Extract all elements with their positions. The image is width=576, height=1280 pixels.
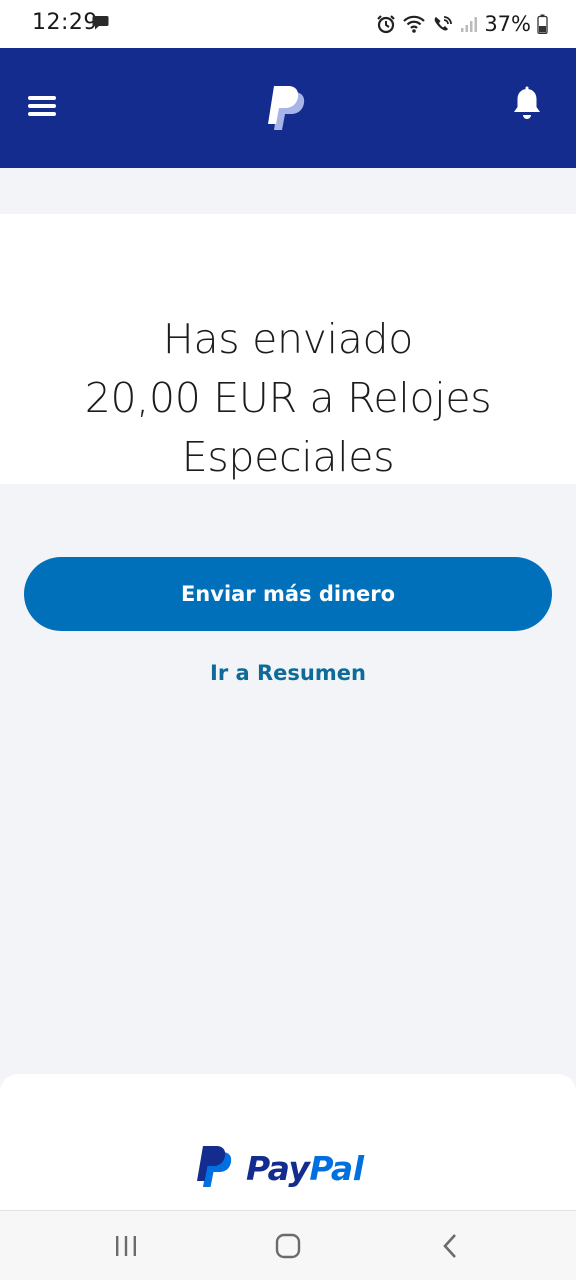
back-button[interactable] xyxy=(430,1229,470,1263)
paypal-footer-mark-icon xyxy=(197,1146,232,1187)
system-navigation-bar xyxy=(0,1210,576,1280)
wifi-calling-icon xyxy=(434,16,453,31)
recent-apps-icon xyxy=(116,1236,136,1256)
battery-icon xyxy=(537,14,548,34)
go-to-summary-link[interactable]: Ir a Resumen xyxy=(0,661,576,685)
status-icons: 37% xyxy=(376,9,548,39)
footer: PayPal xyxy=(0,1074,576,1210)
home-icon xyxy=(275,1233,301,1259)
wordmark-pal: Pal xyxy=(309,1148,364,1188)
wordmark-pay: Pay xyxy=(246,1148,310,1188)
menu-button[interactable] xyxy=(24,88,60,124)
battery-percentage: 37% xyxy=(484,12,531,36)
hamburger-menu-icon xyxy=(28,96,56,116)
alarm-icon xyxy=(377,15,396,34)
signal-icon xyxy=(461,17,478,32)
message-notification-icon xyxy=(92,16,109,30)
send-more-money-button[interactable]: Enviar más dinero xyxy=(24,557,552,631)
paypal-logo-icon xyxy=(268,86,305,130)
paypal-footer-logo: PayPal xyxy=(196,1144,364,1192)
home-button[interactable] xyxy=(268,1229,308,1263)
back-icon xyxy=(443,1234,456,1258)
confirmation-message: Has enviado 20,00 EUR a Relojes Especial… xyxy=(40,310,536,487)
recent-apps-button[interactable] xyxy=(106,1229,146,1263)
confirmation-line-2: 20,00 EUR a Relojes xyxy=(84,374,492,422)
status-time: 12:29 xyxy=(32,10,98,35)
notification-bell-icon[interactable] xyxy=(512,86,542,122)
status-bar: 12:29 37% xyxy=(0,0,576,48)
wifi-icon xyxy=(403,15,426,33)
app-header xyxy=(0,48,576,168)
confirmation-line-3: Especiales xyxy=(181,433,395,481)
confirmation-line-1: Has enviado xyxy=(162,315,414,363)
paypal-wordmark: PayPal xyxy=(246,1149,364,1188)
confirmation-card: Has enviado 20,00 EUR a Relojes Especial… xyxy=(0,214,576,484)
